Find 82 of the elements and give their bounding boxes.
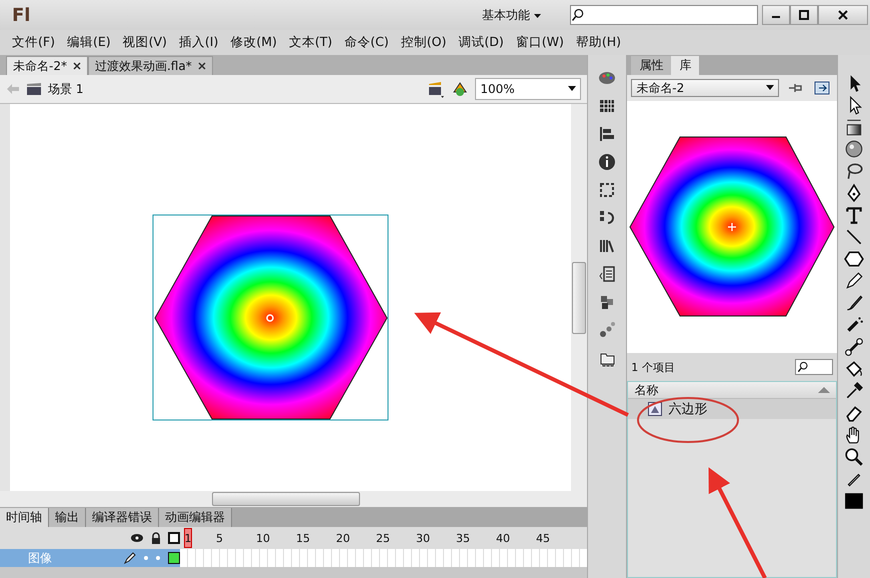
- search-icon: [796, 361, 810, 373]
- panel-tab[interactable]: 输出: [49, 508, 86, 527]
- frame-number: 1: [184, 528, 192, 548]
- library-item[interactable]: 六边形: [628, 399, 836, 419]
- text-icon[interactable]: [844, 205, 864, 225]
- menu-item[interactable]: 帮助(H): [570, 34, 628, 51]
- palette-icon[interactable]: [598, 69, 616, 87]
- item-count: 1 个项目: [631, 360, 675, 374]
- frame-number: 40: [496, 532, 511, 544]
- frame-number: 35: [456, 532, 471, 544]
- align-icon[interactable]: [598, 125, 616, 143]
- frame-number: 15: [296, 532, 311, 544]
- bone-icon[interactable]: [844, 337, 864, 357]
- app-logo: Fl: [12, 4, 32, 26]
- document-dropdown[interactable]: 未命名-2: [631, 79, 780, 97]
- sort-icon[interactable]: [818, 387, 830, 393]
- dot-icon: [156, 556, 160, 560]
- maximize-button[interactable]: [790, 5, 818, 25]
- menu-item[interactable]: 控制(O): [394, 34, 452, 51]
- library-icon[interactable]: [598, 237, 616, 255]
- close-icon[interactable]: [72, 62, 81, 70]
- document-tab[interactable]: 未命名-2*: [6, 56, 88, 75]
- search-icon[interactable]: [844, 447, 864, 467]
- minimize-button[interactable]: [762, 5, 790, 25]
- pencil-icon: [124, 552, 136, 564]
- frame-number: 10: [256, 532, 271, 544]
- caret-icon: [568, 86, 576, 92]
- bucket-icon[interactable]: [844, 359, 864, 379]
- script-icon[interactable]: [598, 265, 616, 283]
- menu-item[interactable]: 命令(C): [338, 34, 395, 51]
- caret-icon: [766, 85, 774, 91]
- menu-item[interactable]: 视图(V): [116, 34, 173, 51]
- dots-icon[interactable]: [598, 321, 616, 339]
- panel-tab[interactable]: 时间轴: [0, 508, 49, 527]
- search-icon: [571, 8, 585, 22]
- new-library-icon[interactable]: [813, 79, 832, 97]
- hexagon-icon[interactable]: [844, 249, 864, 269]
- zoom-dropdown[interactable]: 100%: [475, 78, 582, 100]
- menu-item[interactable]: 文件(F): [6, 34, 61, 51]
- horizontal-scrollbar[interactable]: [0, 491, 588, 507]
- column-header[interactable]: 名称: [634, 382, 658, 398]
- panel-tab[interactable]: 属性: [631, 56, 672, 75]
- maximize-icon: [799, 10, 809, 20]
- library-search-field[interactable]: [795, 359, 834, 375]
- vertical-scrollbar[interactable]: [571, 104, 588, 491]
- clapperboard-icon: [26, 82, 42, 96]
- transform-icon[interactable]: [598, 181, 616, 199]
- frame-number: 25: [376, 532, 391, 544]
- lock-icon[interactable]: [150, 532, 162, 544]
- close-button[interactable]: [818, 5, 868, 25]
- frame-cells[interactable]: [180, 549, 588, 567]
- layer-color-icon: [168, 552, 180, 564]
- workspace-menu[interactable]: 基本功能: [482, 6, 562, 24]
- info-icon[interactable]: [598, 153, 616, 171]
- close-icon[interactable]: [198, 62, 206, 70]
- menu-item[interactable]: 窗口(W): [510, 34, 570, 51]
- menu-item[interactable]: 插入(I): [172, 34, 224, 51]
- pencil-icon[interactable]: [844, 271, 864, 291]
- search-field[interactable]: [570, 5, 758, 25]
- outline-icon[interactable]: [168, 532, 180, 544]
- panel-tab[interactable]: 编译器错误: [86, 508, 159, 527]
- gradient-hexagon[interactable]: [152, 214, 388, 420]
- frame-number: 45: [536, 532, 551, 544]
- scene-label: 场景 1: [48, 80, 84, 98]
- document-tab[interactable]: 过渡效果动画.fla*: [88, 56, 213, 75]
- panel-tab[interactable]: 动画编辑器: [159, 508, 232, 527]
- frame-number: 30: [416, 532, 431, 544]
- grid-icon[interactable]: [598, 97, 616, 115]
- stroke-color-icon[interactable]: [844, 491, 864, 511]
- menu-item[interactable]: 调试(D): [452, 34, 510, 51]
- caret-icon: [534, 14, 541, 18]
- eye-icon[interactable]: [130, 533, 144, 543]
- panel-tab[interactable]: 库: [671, 56, 700, 75]
- dot-icon: [144, 556, 148, 560]
- menu-item[interactable]: 修改(M): [224, 34, 283, 51]
- menu-item[interactable]: 编辑(E): [60, 34, 117, 51]
- frame-number: 5: [216, 532, 224, 544]
- frame-number: 20: [336, 532, 351, 544]
- sphere-icon[interactable]: [844, 139, 864, 159]
- edit-scene-icon[interactable]: [427, 80, 446, 98]
- close-icon: [837, 9, 849, 21]
- menu-item[interactable]: 文本(T): [282, 34, 338, 51]
